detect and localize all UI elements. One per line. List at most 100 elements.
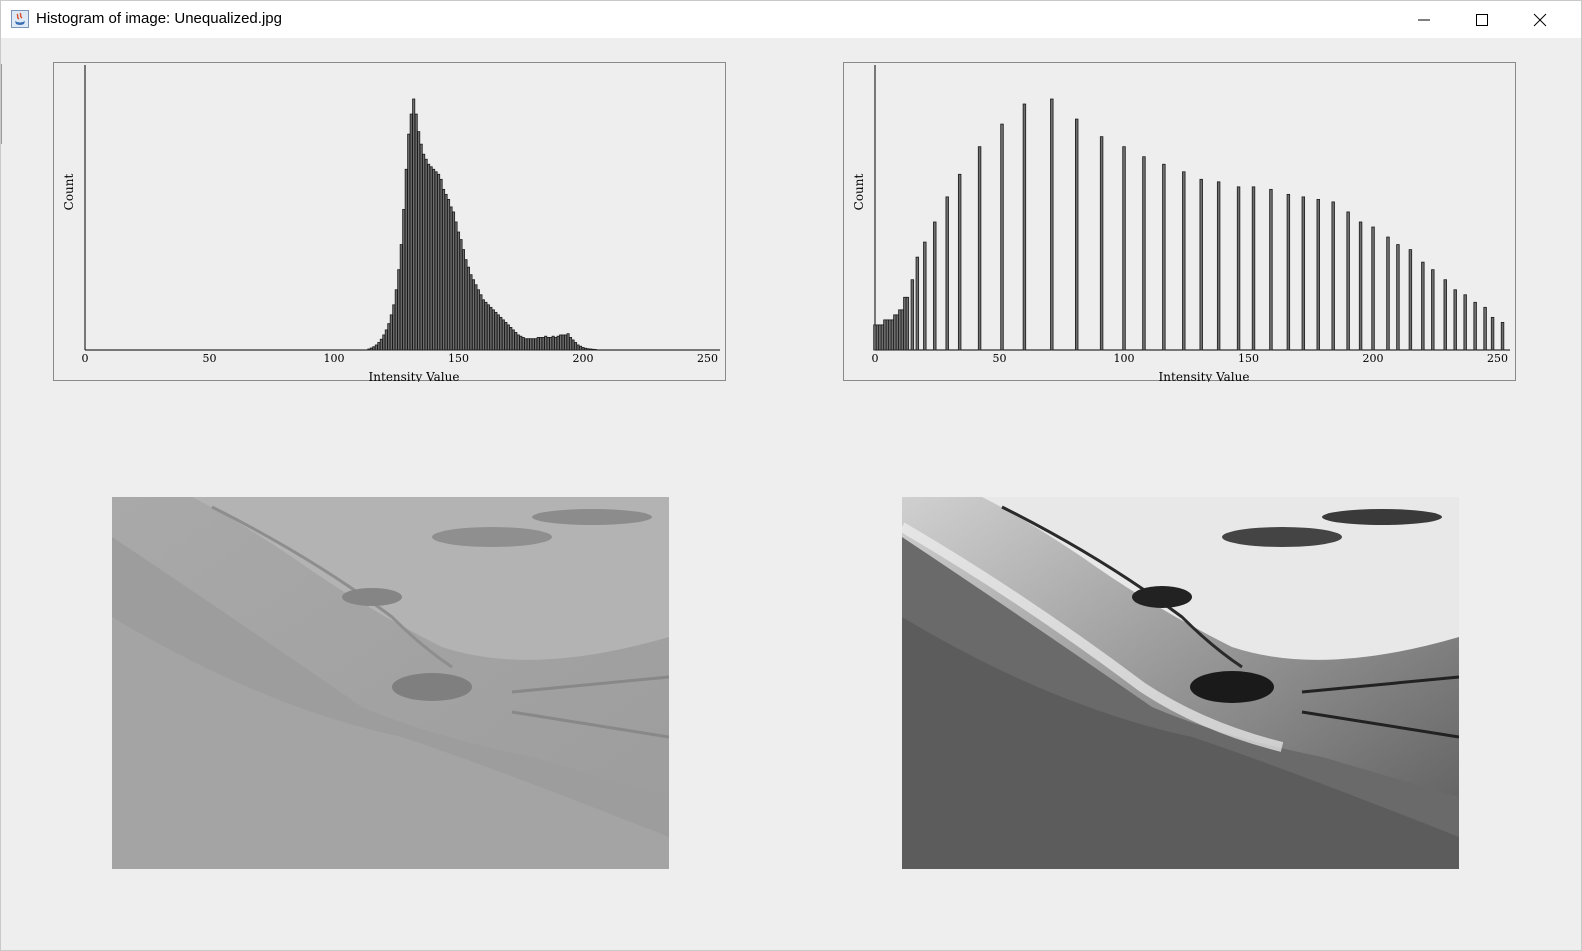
window-title: Histogram of image: Unequalized.jpg — [36, 10, 282, 27]
histogram-bar — [957, 173, 962, 351]
histogram-bar — [1301, 196, 1306, 351]
histogram-bar — [933, 221, 937, 351]
x-tick-label: 100 — [324, 352, 345, 365]
title-bar[interactable]: Histogram of image: Unequalized.jpg — [1, 1, 1581, 38]
equalized-histogram-chart: 0 50 100 150 200 250 Intensity Value Count — [852, 65, 1510, 382]
histogram-bar — [1473, 301, 1477, 351]
histogram-bar — [1483, 306, 1487, 351]
histogram-bar — [586, 348, 590, 351]
histogram-bar — [447, 198, 451, 351]
histogram-bar — [437, 173, 441, 351]
histogram-bar — [387, 323, 391, 351]
histogram-bar — [559, 334, 563, 351]
histogram-bar — [372, 346, 376, 351]
histogram-bar — [439, 178, 443, 351]
histogram-bar — [459, 239, 463, 351]
histogram-bar — [1443, 279, 1447, 351]
histogram-bar — [514, 332, 518, 351]
histogram-bar — [561, 334, 565, 351]
histogram-bar — [1408, 249, 1413, 351]
histogram-bar — [442, 188, 446, 351]
histogram-bar — [571, 339, 575, 351]
histogram-bar — [1050, 98, 1054, 351]
y-axis-label: Count — [852, 173, 866, 210]
equalized-image — [902, 497, 1459, 869]
histogram-bar — [419, 143, 423, 351]
histogram-bar — [516, 334, 520, 351]
histogram-bar — [407, 133, 411, 351]
histogram-bar — [462, 249, 466, 351]
histogram-bar — [593, 349, 597, 351]
maximize-icon — [1476, 14, 1488, 26]
histogram-bar — [519, 335, 523, 351]
histogram-bar — [427, 163, 431, 351]
histogram-bar — [536, 337, 540, 351]
histogram-bar — [564, 334, 568, 351]
histogram-bar — [494, 311, 498, 351]
histogram-bar — [422, 153, 426, 351]
histogram-bar — [382, 334, 386, 351]
histogram-bar — [496, 314, 500, 351]
histogram-bar — [476, 289, 480, 351]
histogram-bar — [556, 335, 560, 351]
histogram-bar — [444, 193, 448, 351]
original-histogram-chart: 0 50 100 150 200 250 Intensity Value Count — [62, 65, 720, 382]
original-image — [112, 497, 669, 869]
histogram-bar — [454, 221, 458, 351]
histogram-bar — [526, 338, 530, 351]
histogram-bar — [1269, 188, 1273, 351]
histogram-bar — [511, 329, 515, 351]
histogram-bar — [1286, 193, 1291, 351]
histogram-bar — [1099, 136, 1104, 351]
y-axis-label: Count — [62, 173, 76, 210]
histogram-bar — [1453, 289, 1457, 351]
histogram-bar — [1075, 118, 1079, 351]
histogram-bar — [394, 289, 398, 351]
x-tick-label: 50 — [203, 352, 217, 365]
histogram-bar — [499, 316, 503, 351]
histogram-bar — [481, 299, 485, 351]
histogram-bar — [576, 344, 580, 351]
x-tick-label: 100 — [1114, 352, 1135, 365]
close-button[interactable] — [1511, 1, 1569, 38]
histogram-bar — [489, 306, 493, 351]
x-tick-label: 200 — [1363, 352, 1384, 365]
histogram-bar — [1431, 269, 1435, 351]
minimize-icon — [1418, 19, 1430, 21]
original-histogram-panel: 0 50 100 150 200 250 Intensity Value Count — [53, 62, 726, 382]
histogram-bar — [504, 321, 508, 351]
histogram-bar — [1316, 198, 1320, 351]
histogram-bar — [432, 168, 436, 351]
histogram-bar — [452, 211, 456, 351]
histogram-bar — [501, 319, 505, 351]
close-icon — [1533, 13, 1547, 27]
x-tick-label: 200 — [573, 352, 594, 365]
histogram-bar — [479, 294, 483, 351]
histogram-bar — [367, 348, 371, 351]
histogram-bar — [377, 342, 381, 351]
histogram-bar — [1358, 221, 1363, 351]
minimize-button[interactable] — [1395, 1, 1453, 38]
histogram-bar — [1371, 226, 1375, 351]
histogram-bar — [1251, 186, 1256, 351]
histogram-bar — [392, 304, 396, 351]
histogram-bar — [945, 196, 949, 351]
histogram-bar — [534, 338, 538, 351]
histogram-bar — [1490, 316, 1495, 351]
histogram-bar — [579, 345, 583, 351]
histogram-bar — [469, 274, 473, 351]
histogram-bar — [389, 314, 393, 351]
histogram-bar — [923, 241, 927, 351]
histogram-bar — [546, 337, 550, 351]
histogram-bar — [484, 301, 488, 351]
histogram-bar — [977, 146, 982, 351]
histogram-window: Histogram of image: Unequalized.jpg 0 50 1… — [0, 0, 1582, 951]
x-tick-label: 150 — [1238, 352, 1259, 365]
edge-divider — [1, 64, 4, 144]
histogram-bar — [1396, 244, 1400, 351]
maximize-button[interactable] — [1453, 1, 1511, 38]
histogram-bar — [424, 158, 428, 351]
x-axis-label: Intensity Value — [369, 370, 460, 382]
histogram-bar — [566, 333, 570, 351]
histogram-bar — [569, 337, 573, 351]
